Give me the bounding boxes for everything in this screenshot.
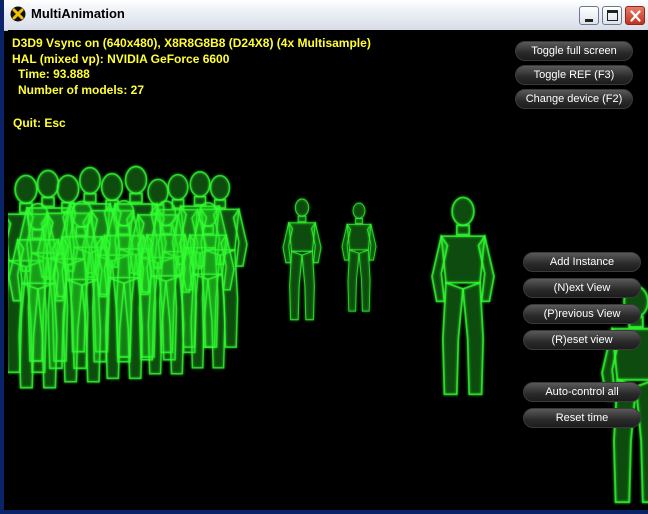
minimize-icon bbox=[585, 19, 593, 22]
previous-view-button[interactable]: (P)revious View bbox=[523, 304, 641, 324]
toggle-ref-button[interactable]: Toggle REF (F3) bbox=[515, 65, 633, 85]
maximize-button[interactable] bbox=[602, 6, 622, 25]
reset-view-button[interactable]: (R)eset view bbox=[523, 330, 641, 350]
app-window: MultiAnimation D3D9 Vsync on (640x480), … bbox=[0, 0, 648, 514]
minimize-button[interactable] bbox=[579, 6, 599, 25]
device-stats: D3D9 Vsync on (640x480), X8R8G8B8 (D24X8… bbox=[12, 36, 371, 98]
title-bar[interactable]: MultiAnimation bbox=[4, 0, 648, 31]
window-title: MultiAnimation bbox=[31, 6, 125, 21]
device-info-line: D3D9 Vsync on (640x480), X8R8G8B8 (D24X8… bbox=[12, 36, 371, 50]
quit-hint: Quit: Esc bbox=[13, 116, 66, 130]
auto-control-all-button[interactable]: Auto-control all bbox=[523, 382, 641, 402]
change-device-button[interactable]: Change device (F2) bbox=[515, 89, 633, 109]
close-icon bbox=[630, 10, 641, 22]
time-readout: Time: 93.888 bbox=[18, 67, 90, 81]
close-button[interactable] bbox=[625, 6, 645, 25]
add-instance-button[interactable]: Add Instance bbox=[523, 252, 641, 272]
toggle-full-screen-button[interactable]: Toggle full screen bbox=[515, 41, 633, 61]
model-count-readout: Number of models: 27 bbox=[18, 82, 145, 97]
render-viewport[interactable]: D3D9 Vsync on (640x480), X8R8G8B8 (D24X8… bbox=[8, 30, 648, 510]
directx-icon bbox=[10, 6, 26, 22]
next-view-button[interactable]: (N)ext View bbox=[523, 278, 641, 298]
reset-time-button[interactable]: Reset time bbox=[523, 408, 641, 428]
maximize-icon bbox=[607, 10, 618, 21]
adapter-info-line: HAL (mixed vp): NVIDIA GeForce 6600 bbox=[12, 51, 230, 66]
